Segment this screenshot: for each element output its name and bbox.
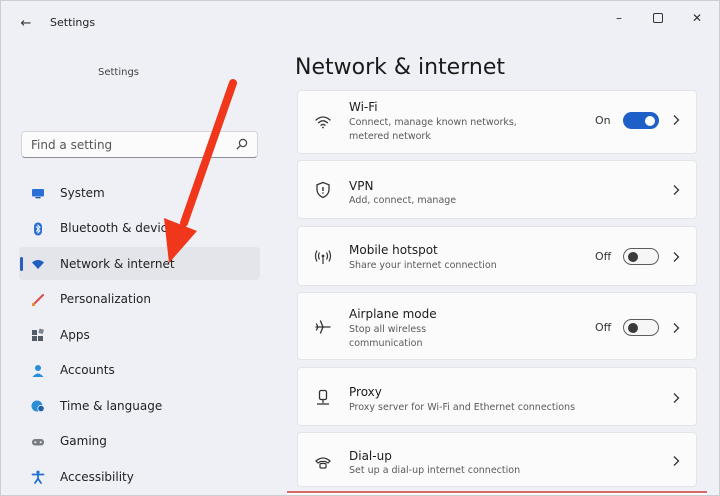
card-title: Airplane mode [349, 307, 437, 321]
app-title: Settings [50, 16, 96, 29]
sidebar-item-system[interactable]: System [19, 176, 260, 209]
airplane-mode-toggle[interactable] [623, 319, 659, 336]
wifi-card[interactable]: Wi-Fi Connect, manage known networks, me… [297, 90, 697, 154]
settings-window: ← Settings – ✕ Settings System [0, 0, 720, 496]
airplane-mode-card[interactable]: Airplane mode Stop all wireless communic… [297, 292, 697, 360]
partial-card [287, 491, 707, 495]
toggle-knob [627, 322, 638, 333]
title-bar: ← Settings – ✕ [1, 1, 719, 41]
wifi-icon [315, 116, 331, 129]
page-title: Network & internet [295, 55, 505, 80]
sidebar-item-label: Network & internet [60, 256, 175, 271]
card-title: Dial-up [349, 449, 392, 463]
sidebar-item-gaming[interactable]: Gaming [19, 425, 260, 458]
card-title: Mobile hotspot [349, 243, 438, 257]
chevron-right-icon[interactable] [672, 392, 680, 404]
search-box[interactable] [21, 131, 258, 158]
proxy-icon [317, 389, 329, 405]
toggle-state-label: On [595, 114, 611, 127]
shield-icon [316, 181, 330, 199]
maximize-icon [653, 13, 663, 23]
wifi-toggle[interactable] [623, 112, 659, 129]
chevron-right-icon[interactable] [672, 322, 680, 334]
sidebar-item-accounts[interactable]: Accounts [19, 354, 260, 387]
card-description: Share your internet connection [349, 260, 497, 271]
sidebar-item-network[interactable]: Network & internet [19, 247, 260, 280]
active-indicator [20, 257, 23, 271]
sidebar-nav: System Bluetooth & devices Network & int… [19, 176, 260, 495]
sidebar-item-label: Gaming [60, 434, 107, 448]
airplane-icon [315, 320, 331, 334]
person-icon [32, 364, 44, 377]
brush-icon [31, 293, 45, 306]
sidebar-item-accessibility[interactable]: Accessibility [19, 460, 260, 493]
maximize-button[interactable] [638, 8, 678, 28]
sidebar-item-label: System [60, 185, 105, 200]
search-icon[interactable] [235, 137, 249, 151]
chevron-right-icon[interactable] [672, 455, 680, 467]
chevron-right-icon[interactable] [672, 184, 680, 196]
toggle-knob [627, 251, 638, 262]
minimize-icon: – [616, 11, 622, 25]
vpn-card[interactable]: VPN Add, connect, manage [297, 160, 697, 219]
search-input[interactable] [31, 137, 231, 152]
sidebar-item-label: Accessibility [60, 469, 134, 484]
apps-icon [32, 328, 44, 341]
sidebar-item-personalization[interactable]: Personalization [19, 283, 260, 316]
sidebar-heading: Settings [98, 67, 140, 78]
card-description: Add, connect, manage [349, 195, 457, 206]
card-title: VPN [349, 179, 374, 193]
card-description: Set up a dial-up internet connection [349, 465, 521, 476]
sidebar-item-label: Apps [60, 327, 90, 342]
toggle-knob [645, 115, 655, 126]
gamepad-icon [32, 438, 44, 445]
mobile-hotspot-card[interactable]: Mobile hotspot Share your internet conne… [297, 226, 697, 286]
sidebar-item-label: Time & language [60, 398, 163, 413]
minimize-button[interactable]: – [599, 8, 639, 28]
sidebar-item-label: Accounts [60, 363, 115, 377]
proxy-card[interactable]: Proxy Proxy server for Wi-Fi and Etherne… [297, 367, 697, 426]
bluetooth-icon [34, 222, 42, 235]
sidebar-item-time-language[interactable]: Time & language [19, 389, 260, 422]
back-button[interactable]: ← [15, 13, 37, 33]
accessibility-icon [31, 470, 45, 484]
close-button[interactable]: ✕ [677, 8, 717, 28]
mobile-hotspot-toggle[interactable] [623, 248, 659, 265]
sidebar-item-bluetooth[interactable]: Bluetooth & devices [19, 212, 260, 245]
card-title: Proxy [349, 385, 382, 399]
hotspot-icon [314, 250, 332, 264]
dialup-icon [315, 457, 331, 469]
back-arrow-icon: ← [20, 15, 32, 31]
card-description: Proxy server for Wi-Fi and Ethernet conn… [349, 402, 576, 413]
chevron-right-icon[interactable] [672, 251, 680, 263]
sidebar-item-label: Bluetooth & devices [60, 221, 173, 235]
globe-clock-icon [31, 400, 45, 413]
monitor-icon [32, 189, 44, 199]
close-icon: ✕ [691, 11, 703, 25]
toggle-state-label: Off [595, 250, 612, 263]
sidebar-item-apps[interactable]: Apps [19, 318, 260, 351]
chevron-right-icon[interactable] [672, 114, 680, 126]
card-description: Connect, manage known networks, metered … [349, 117, 517, 142]
toggle-state-label: Off [595, 321, 612, 334]
dial-up-card[interactable]: Dial-up Set up a dial-up internet connec… [297, 432, 697, 487]
wifi-icon [32, 260, 44, 269]
card-title: Wi-Fi [349, 100, 378, 114]
sidebar-item-label: Personalization [60, 292, 151, 306]
card-description: Stop all wireless communication [349, 324, 427, 349]
